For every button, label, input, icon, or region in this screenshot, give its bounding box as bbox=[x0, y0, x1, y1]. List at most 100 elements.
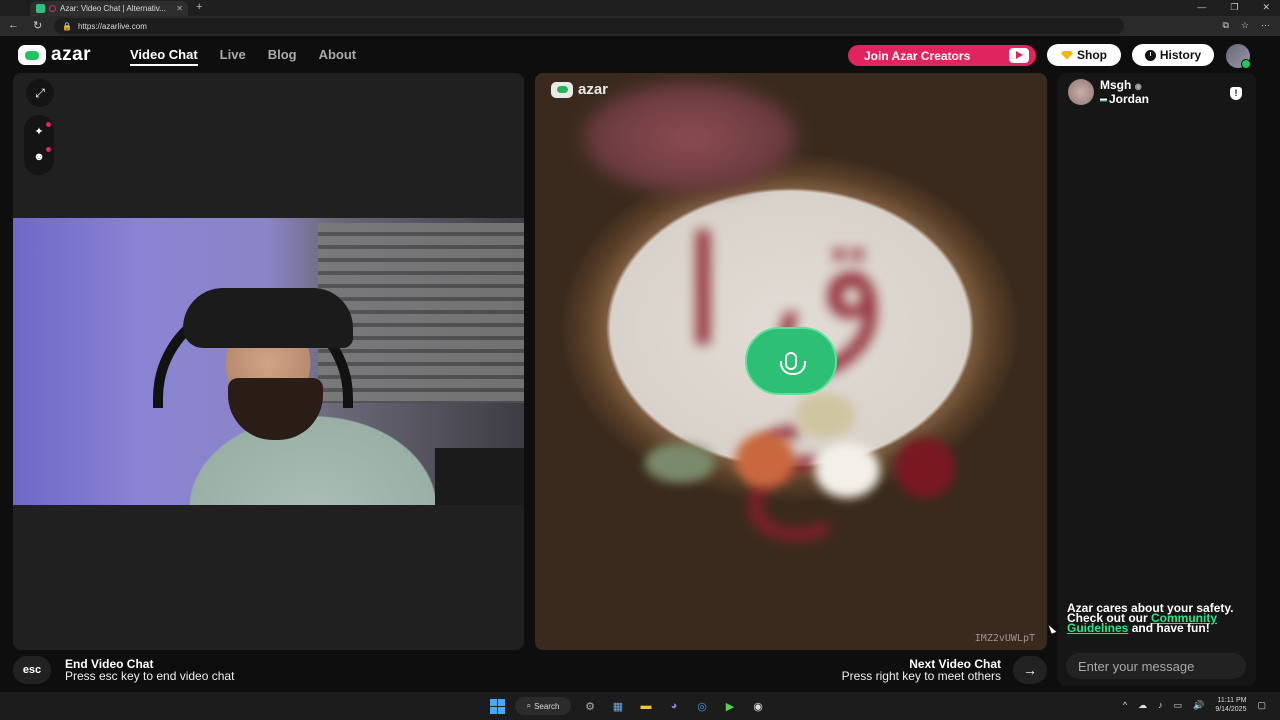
swap-icon: ⤢ bbox=[35, 85, 45, 100]
end-chat-title: End Video Chat bbox=[65, 656, 154, 671]
windows-start-icon[interactable] bbox=[490, 698, 505, 714]
search-label: Search bbox=[534, 701, 560, 711]
face-mask-icon[interactable]: ☻ bbox=[31, 149, 47, 165]
embroidered-flowers bbox=[625, 393, 985, 523]
esc-button[interactable]: esc bbox=[13, 656, 51, 684]
end-chat-hint: esc End Video Chat Press esc key to end … bbox=[13, 656, 234, 684]
photos-icon[interactable]: ▦ bbox=[609, 697, 627, 715]
microphone-icon bbox=[780, 352, 806, 375]
close-tab-icon[interactable]: ✕ bbox=[176, 4, 183, 13]
edge-icon[interactable]: ◎ bbox=[693, 697, 711, 715]
next-arrow-button[interactable]: → bbox=[1013, 656, 1047, 684]
discord-icon[interactable]: ◕ bbox=[665, 697, 683, 715]
taskbar-search[interactable]: ⌕ Search bbox=[515, 697, 571, 715]
verified-icon: ◉ bbox=[1134, 82, 1142, 91]
microphone-button[interactable] bbox=[745, 327, 837, 395]
shop-label: Shop bbox=[1077, 48, 1107, 62]
azar-site: azar Video Chat Live Blog About Join Aza… bbox=[0, 36, 1280, 692]
mouse-cursor-icon bbox=[1048, 623, 1057, 634]
taskbar: ⌕ Search ⚙ ▦ ▬ ◕ ◎ ▶ ◉ ^ ☁ ♪ ▭ 🔊 11:11 P… bbox=[0, 692, 1280, 720]
youtube-icon bbox=[1009, 48, 1029, 63]
chat-panel: Msgh ◉ Jordan ! Azar cares about your sa… bbox=[1058, 73, 1256, 686]
partner-video-panel: ﻕ ﺍ ﻉ azar IMZ2vUWLpT bbox=[535, 73, 1047, 650]
azar-favicon-icon bbox=[36, 4, 45, 13]
nav-live[interactable]: Live bbox=[220, 47, 246, 66]
partner-azar-watermark-logo: azar bbox=[551, 81, 608, 98]
my-webcam-feed bbox=[13, 218, 524, 505]
url-text: https://azarlive.com bbox=[77, 21, 147, 31]
favorites-icon[interactable]: ☆ bbox=[1241, 20, 1249, 31]
minimize-icon[interactable]: — bbox=[1197, 2, 1206, 13]
system-tray: ^ ☁ ♪ ▭ 🔊 11:11 PM 9/14/2025 ▢ bbox=[1123, 696, 1266, 714]
my-video-panel: ⤢ ✦ ☻ bbox=[13, 73, 524, 650]
logo-text: azar bbox=[51, 44, 92, 65]
lock-icon: 🔒 bbox=[62, 21, 72, 31]
beard bbox=[228, 378, 323, 440]
swap-camera-button[interactable]: ⤢ bbox=[26, 79, 54, 107]
monitor-icon[interactable]: ▭ bbox=[1174, 700, 1183, 711]
gem-icon bbox=[1061, 50, 1073, 60]
join-creators-button[interactable]: Join Azar Creators bbox=[848, 45, 1036, 66]
clock-icon bbox=[1144, 49, 1156, 61]
next-chat-subtitle: Press right key to meet others bbox=[841, 668, 1001, 683]
effects-toolbar: ✦ ☻ bbox=[24, 115, 54, 175]
refresh-icon[interactable]: ↻ bbox=[33, 19, 42, 32]
file-explorer-icon[interactable]: ▬ bbox=[637, 697, 655, 715]
restore-icon[interactable]: ❐ bbox=[1230, 2, 1238, 13]
shop-button[interactable]: Shop bbox=[1047, 44, 1121, 66]
cloud-icon[interactable]: ☁ bbox=[1138, 700, 1147, 711]
tab-title: Azar: Video Chat | Alternativ... bbox=[60, 4, 166, 13]
end-chat-subtitle: Press esc key to end video chat bbox=[65, 668, 235, 683]
peer-name: Msgh bbox=[1100, 78, 1132, 92]
site-header: azar Video Chat Live Blog About Join Aza… bbox=[0, 36, 1280, 74]
back-icon[interactable]: ← bbox=[8, 19, 19, 32]
arrow-right-icon: → bbox=[1023, 662, 1037, 678]
settings-icon[interactable]: ⚙ bbox=[581, 697, 599, 715]
nav-video-chat[interactable]: Video Chat bbox=[130, 47, 198, 66]
user-watermark-id: IMZ2vUWLpT bbox=[974, 633, 1035, 644]
tray-chevron-icon[interactable]: ^ bbox=[1123, 700, 1127, 710]
history-label: History bbox=[1159, 48, 1202, 62]
taskbar-clock[interactable]: 11:11 PM 9/14/2025 bbox=[1215, 696, 1246, 714]
azar-logo-icon bbox=[18, 45, 46, 65]
browser-tab-strip: Azar: Video Chat | Alternativ... ✕ + — ❐… bbox=[0, 0, 1280, 16]
mic-tray-icon[interactable]: ♪ bbox=[1158, 700, 1163, 710]
report-shield-icon[interactable]: ! bbox=[1230, 87, 1242, 100]
cam-logo-text: azar bbox=[578, 81, 609, 98]
cap bbox=[183, 288, 353, 348]
safety-text-2: and have fun! bbox=[1131, 621, 1210, 635]
media-player-icon[interactable]: ▶ bbox=[721, 697, 739, 715]
recording-icon bbox=[49, 5, 56, 12]
browser-tab[interactable]: Azar: Video Chat | Alternativ... ✕ bbox=[30, 1, 188, 16]
main-nav: Video Chat Live Blog About bbox=[130, 47, 356, 66]
address-bar[interactable]: 🔒 https://azarlive.com bbox=[54, 18, 1124, 34]
window-controls: — ❐ ✕ bbox=[1197, 2, 1270, 13]
new-tab-icon[interactable]: + bbox=[196, 1, 202, 13]
avatar[interactable] bbox=[1226, 44, 1251, 69]
history-button[interactable]: History bbox=[1132, 44, 1214, 66]
azar-logo[interactable]: azar bbox=[18, 44, 91, 66]
next-chat-title: Next Video Chat bbox=[909, 656, 1001, 671]
peer-avatar[interactable] bbox=[1068, 79, 1094, 105]
message-input[interactable] bbox=[1066, 653, 1246, 679]
clock-time: 11:11 PM bbox=[1217, 697, 1247, 704]
clock-date: 9/14/2025 bbox=[1215, 706, 1247, 713]
peer-country: Jordan bbox=[1109, 92, 1150, 106]
mask-notification-dot bbox=[46, 147, 51, 152]
chair-shadow bbox=[435, 448, 524, 505]
effects-notification-dot bbox=[46, 122, 51, 127]
volume-icon[interactable]: 🔊 bbox=[1193, 700, 1204, 711]
more-icon[interactable]: ⋯ bbox=[1261, 20, 1270, 31]
next-chat-hint: Next Video Chat Press right key to meet … bbox=[842, 656, 1047, 684]
close-window-icon[interactable]: ✕ bbox=[1262, 2, 1270, 13]
address-row: ← ↻ 🔒 https://azarlive.com ⧉ ☆ ⋯ bbox=[0, 16, 1280, 36]
sparkle-effects-icon[interactable]: ✦ bbox=[31, 124, 47, 140]
obs-icon[interactable]: ◉ bbox=[749, 697, 767, 715]
nav-blog[interactable]: Blog bbox=[268, 47, 297, 66]
notification-icon[interactable]: ▢ bbox=[1257, 700, 1266, 711]
search-icon: ⌕ bbox=[526, 701, 532, 710]
ribbon-bow bbox=[575, 78, 805, 198]
extensions-icon[interactable]: ⧉ bbox=[1222, 20, 1228, 31]
peer-info: Msgh ◉ Jordan bbox=[1068, 79, 1149, 106]
nav-about[interactable]: About bbox=[319, 47, 357, 66]
